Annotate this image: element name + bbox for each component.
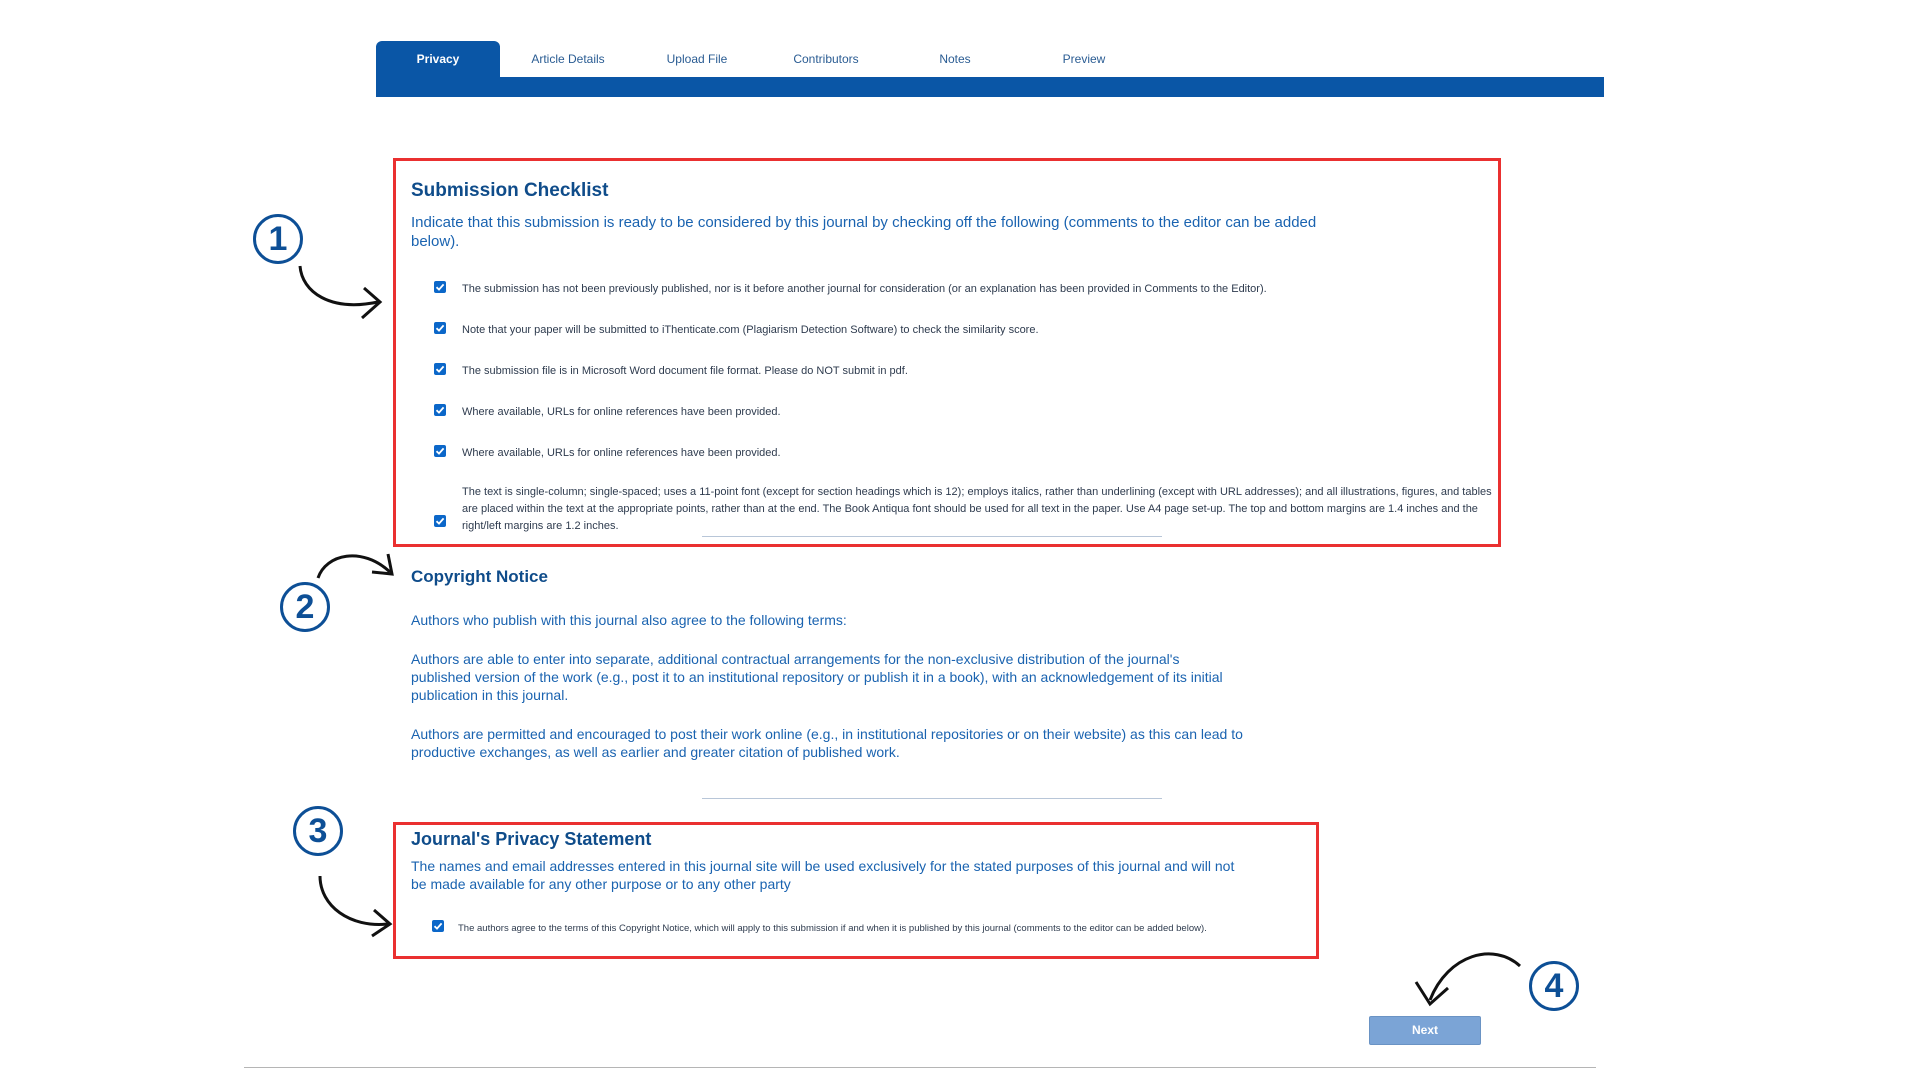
checklist-item-text: The text is single-column; single-spaced…: [462, 486, 1492, 532]
copyright-paragraph: Authors are permitted and encouraged to …: [411, 726, 1243, 760]
annotation-number-3: 3: [293, 806, 343, 856]
annotation-number-1: 1: [253, 214, 303, 264]
tab-privacy[interactable]: Privacy: [376, 41, 500, 97]
checklist-title: Submission Checklist: [411, 180, 609, 201]
checklist-item-text: Where available, URLs for online referen…: [462, 406, 781, 418]
divider: [702, 536, 1162, 537]
tab-preview[interactable]: Preview: [1022, 41, 1146, 97]
privacy-title: Journal's Privacy Statement: [411, 829, 652, 849]
annotation-arrow-icon: [1414, 952, 1522, 1007]
checkbox[interactable]: [434, 322, 446, 334]
checkbox[interactable]: [434, 404, 446, 416]
checkbox[interactable]: [434, 445, 446, 457]
tab-contributors[interactable]: Contributors: [764, 41, 888, 97]
copyright-intro: Authors who publish with this journal al…: [411, 612, 847, 628]
checkbox[interactable]: [432, 920, 444, 932]
annotation-number-4: 4: [1529, 961, 1579, 1011]
tab-bar: Privacy Article Details Upload File Cont…: [376, 41, 1604, 97]
tab-notes[interactable]: Notes: [893, 41, 1017, 97]
annotation-arrow-icon: [318, 875, 393, 938]
footer-divider: [244, 1067, 1596, 1068]
divider: [702, 798, 1162, 799]
checkbox[interactable]: [434, 363, 446, 375]
annotation-arrow-icon: [298, 265, 383, 320]
checklist-item-text: The submission file is in Microsoft Word…: [462, 365, 908, 377]
privacy-text: The names and email addresses entered in…: [411, 858, 1235, 892]
checkbox[interactable]: [434, 281, 446, 293]
checklist-item-text: Where available, URLs for online referen…: [462, 447, 781, 459]
checklist-intro: Indicate that this submission is ready t…: [411, 214, 1317, 250]
annotation-arrow-icon: [316, 553, 394, 579]
privacy-agree-text: The authors agree to the terms of this C…: [458, 923, 1207, 934]
copyright-paragraph: Authors are able to enter into separate,…: [411, 651, 1223, 703]
checklist-item-text: The submission has not been previously p…: [462, 283, 1267, 295]
tab-upload-file[interactable]: Upload File: [635, 41, 759, 97]
tab-article-details[interactable]: Article Details: [506, 41, 630, 97]
checklist-item-text: Note that your paper will be submitted t…: [462, 324, 1039, 336]
checkbox[interactable]: [434, 515, 446, 527]
copyright-title: Copyright Notice: [411, 567, 548, 586]
next-button[interactable]: Next: [1369, 1016, 1481, 1045]
